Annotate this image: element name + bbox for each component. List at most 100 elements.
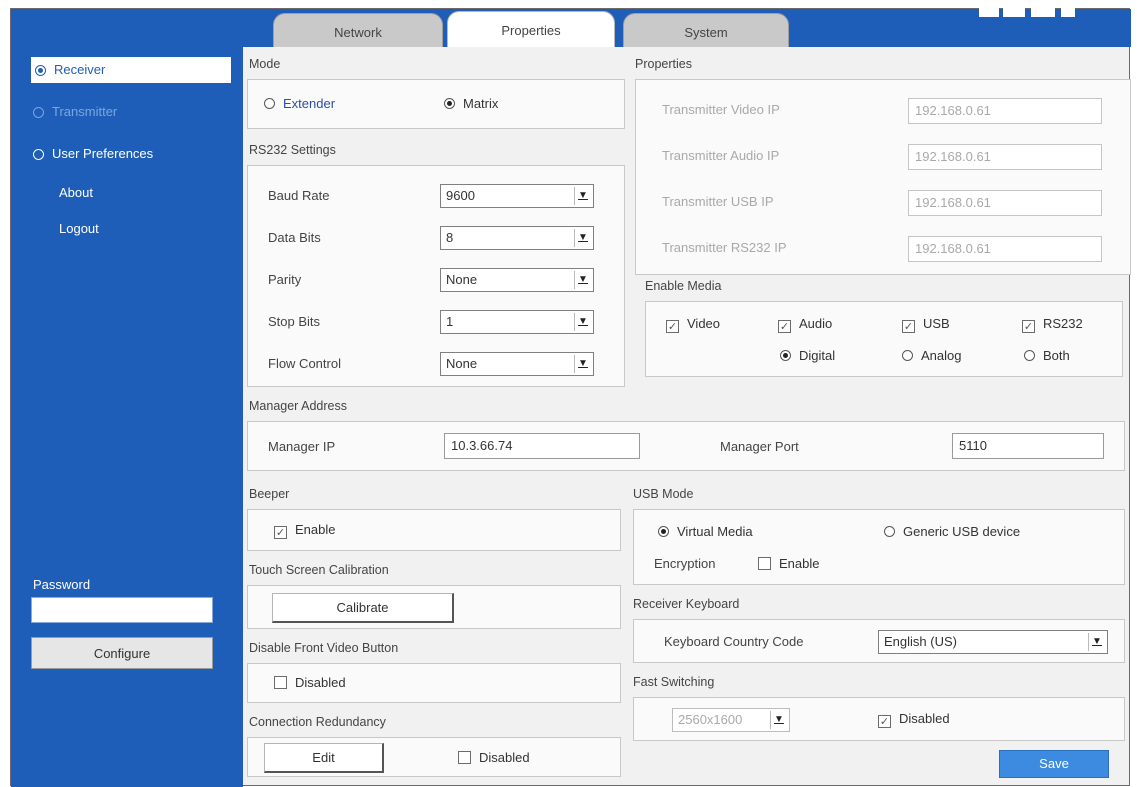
beeper-enable-label: Enable <box>295 522 336 537</box>
media-usb-label: USB <box>923 316 950 331</box>
password-field[interactable] <box>31 597 213 623</box>
data-bits-label: Data Bits <box>268 230 321 245</box>
calibrate-button[interactable]: Calibrate <box>272 593 454 623</box>
audio-analog-radio[interactable]: Analog <box>902 348 961 363</box>
check-icon: ✓ <box>778 320 791 333</box>
rs232-panel: Baud Rate 9600 Data Bits 8 Parity None S… <box>247 165 625 387</box>
save-button[interactable]: Save <box>999 750 1109 778</box>
radio-icon <box>1024 350 1035 361</box>
chevron-down-icon[interactable] <box>1088 633 1105 651</box>
radio-selected-icon <box>780 350 791 361</box>
radio-icon <box>264 98 275 109</box>
audio-digital-radio[interactable]: Digital <box>780 348 835 363</box>
password-label: Password <box>33 577 91 592</box>
flow-control-value: None <box>446 356 478 371</box>
fast-switching-disabled-label: Disabled <box>899 711 950 726</box>
media-video-checkbox[interactable]: ✓ Video <box>666 316 720 333</box>
usb-mode-title: USB Mode <box>633 487 694 501</box>
radio-selected-icon <box>444 98 455 109</box>
configure-button[interactable]: Configure <box>31 637 213 669</box>
mode-panel: Extender Matrix <box>247 79 625 129</box>
rs232-title: RS232 Settings <box>249 143 336 157</box>
chevron-down-icon[interactable] <box>574 271 591 289</box>
usb-mode-panel: Virtual Media Generic USB device Encrypt… <box>633 509 1125 585</box>
tx-audio-ip-label: Transmitter Audio IP <box>662 148 780 163</box>
tx-rs232-ip-field[interactable]: 192.168.0.61 <box>908 236 1102 262</box>
stop-bits-value: 1 <box>446 314 454 329</box>
baud-rate-value: 9600 <box>446 188 475 203</box>
redundancy-disabled-checkbox[interactable]: Disabled <box>458 750 530 765</box>
edit-button[interactable]: Edit <box>264 743 384 773</box>
tab-properties[interactable]: Properties <box>447 11 615 47</box>
keyboard-title: Receiver Keyboard <box>633 597 740 611</box>
flow-control-select[interactable]: None <box>440 352 594 376</box>
mode-extender-label: Extender <box>283 96 336 111</box>
data-bits-value: 8 <box>446 230 454 245</box>
chevron-down-icon[interactable] <box>770 711 787 729</box>
baud-rate-select[interactable]: 9600 <box>440 184 594 208</box>
redundancy-title: Connection Redundancy <box>249 715 386 729</box>
tx-usb-ip-label: Transmitter USB IP <box>662 194 774 209</box>
media-rs232-checkbox[interactable]: ✓ RS232 <box>1022 316 1083 333</box>
flow-control-label: Flow Control <box>268 356 341 371</box>
chevron-down-icon[interactable] <box>574 187 591 205</box>
manager-ip-field[interactable]: 10.3.66.74 <box>444 433 640 459</box>
tx-audio-ip-field[interactable]: 192.168.0.61 <box>908 144 1102 170</box>
tab-network[interactable]: Network <box>273 13 443 47</box>
mode-title: Mode <box>249 57 281 71</box>
data-bits-select[interactable]: 8 <box>440 226 594 250</box>
media-usb-checkbox[interactable]: ✓ USB <box>902 316 950 333</box>
check-icon: ✓ <box>274 526 287 539</box>
check-icon: ✓ <box>902 320 915 333</box>
mode-matrix-label: Matrix <box>463 96 499 111</box>
sidebar-item-user-preferences[interactable]: User Preferences <box>33 141 153 167</box>
sidebar-link-logout[interactable]: Logout <box>59 221 99 236</box>
stop-bits-select[interactable]: 1 <box>440 310 594 334</box>
manager-title: Manager Address <box>249 399 347 413</box>
sidebar-item-label: User Preferences <box>52 146 154 161</box>
audio-both-label: Both <box>1043 348 1070 363</box>
touch-calibration-title: Touch Screen Calibration <box>249 563 389 577</box>
tx-usb-ip-field[interactable]: 192.168.0.61 <box>908 190 1102 216</box>
stop-bits-label: Stop Bits <box>268 314 321 329</box>
parity-select[interactable]: None <box>440 268 594 292</box>
fast-switching-title: Fast Switching <box>633 675 715 689</box>
fast-switching-panel: 2560x1600 ✓ Disabled <box>633 697 1125 741</box>
mode-matrix-radio[interactable]: Matrix <box>444 96 498 111</box>
front-video-disabled-label: Disabled <box>295 675 346 690</box>
check-icon: ✓ <box>666 320 679 333</box>
tx-video-ip-label: Transmitter Video IP <box>662 102 780 117</box>
sidebar-item-transmitter[interactable]: Transmitter <box>33 99 117 125</box>
media-rs232-label: RS232 <box>1043 316 1083 331</box>
sidebar-item-receiver[interactable]: Receiver <box>31 57 231 83</box>
tx-rs232-ip-label: Transmitter RS232 IP <box>662 240 787 255</box>
audio-both-radio[interactable]: Both <box>1024 348 1070 363</box>
chevron-down-icon[interactable] <box>574 229 591 247</box>
front-video-disabled-checkbox[interactable]: Disabled <box>274 675 346 690</box>
manager-panel: Manager IP 10.3.66.74 Manager Port 5110 <box>247 421 1125 471</box>
mode-extender-radio[interactable]: Extender <box>264 96 335 111</box>
radio-icon <box>33 149 44 161</box>
fast-switching-resolution-select[interactable]: 2560x1600 <box>672 708 790 732</box>
touch-calibration-panel: Calibrate <box>247 585 621 629</box>
manager-port-field[interactable]: 5110 <box>952 433 1104 459</box>
chevron-down-icon[interactable] <box>574 313 591 331</box>
enable-media-panel: ✓ Video ✓ Audio ✓ USB ✓ RS232 Digital Analog… <box>645 301 1123 377</box>
encryption-enable-checkbox[interactable]: Enable <box>758 556 819 571</box>
sidebar-item-label: Transmitter <box>52 104 118 119</box>
tab-system[interactable]: System <box>623 13 789 47</box>
media-audio-checkbox[interactable]: ✓ Audio <box>778 316 832 333</box>
media-video-label: Video <box>687 316 721 331</box>
keyboard-country-select[interactable]: English (US) <box>878 630 1108 654</box>
usb-virtual-media-radio[interactable]: Virtual Media <box>658 524 753 539</box>
keyboard-panel: Keyboard Country Code English (US) <box>633 619 1125 663</box>
properties-panel: Transmitter Video IP 192.168.0.61 Transm… <box>635 79 1131 275</box>
redundancy-panel: Edit Disabled <box>247 737 621 777</box>
tx-video-ip-field[interactable]: 192.168.0.61 <box>908 98 1102 124</box>
enable-media-title: Enable Media <box>645 279 722 293</box>
usb-generic-device-radio[interactable]: Generic USB device <box>884 524 1020 539</box>
beeper-enable-checkbox[interactable]: ✓ Enable <box>274 522 335 539</box>
fast-switching-disabled-checkbox[interactable]: ✓ Disabled <box>878 711 950 728</box>
sidebar-link-about[interactable]: About <box>59 185 93 200</box>
chevron-down-icon[interactable] <box>574 355 591 373</box>
